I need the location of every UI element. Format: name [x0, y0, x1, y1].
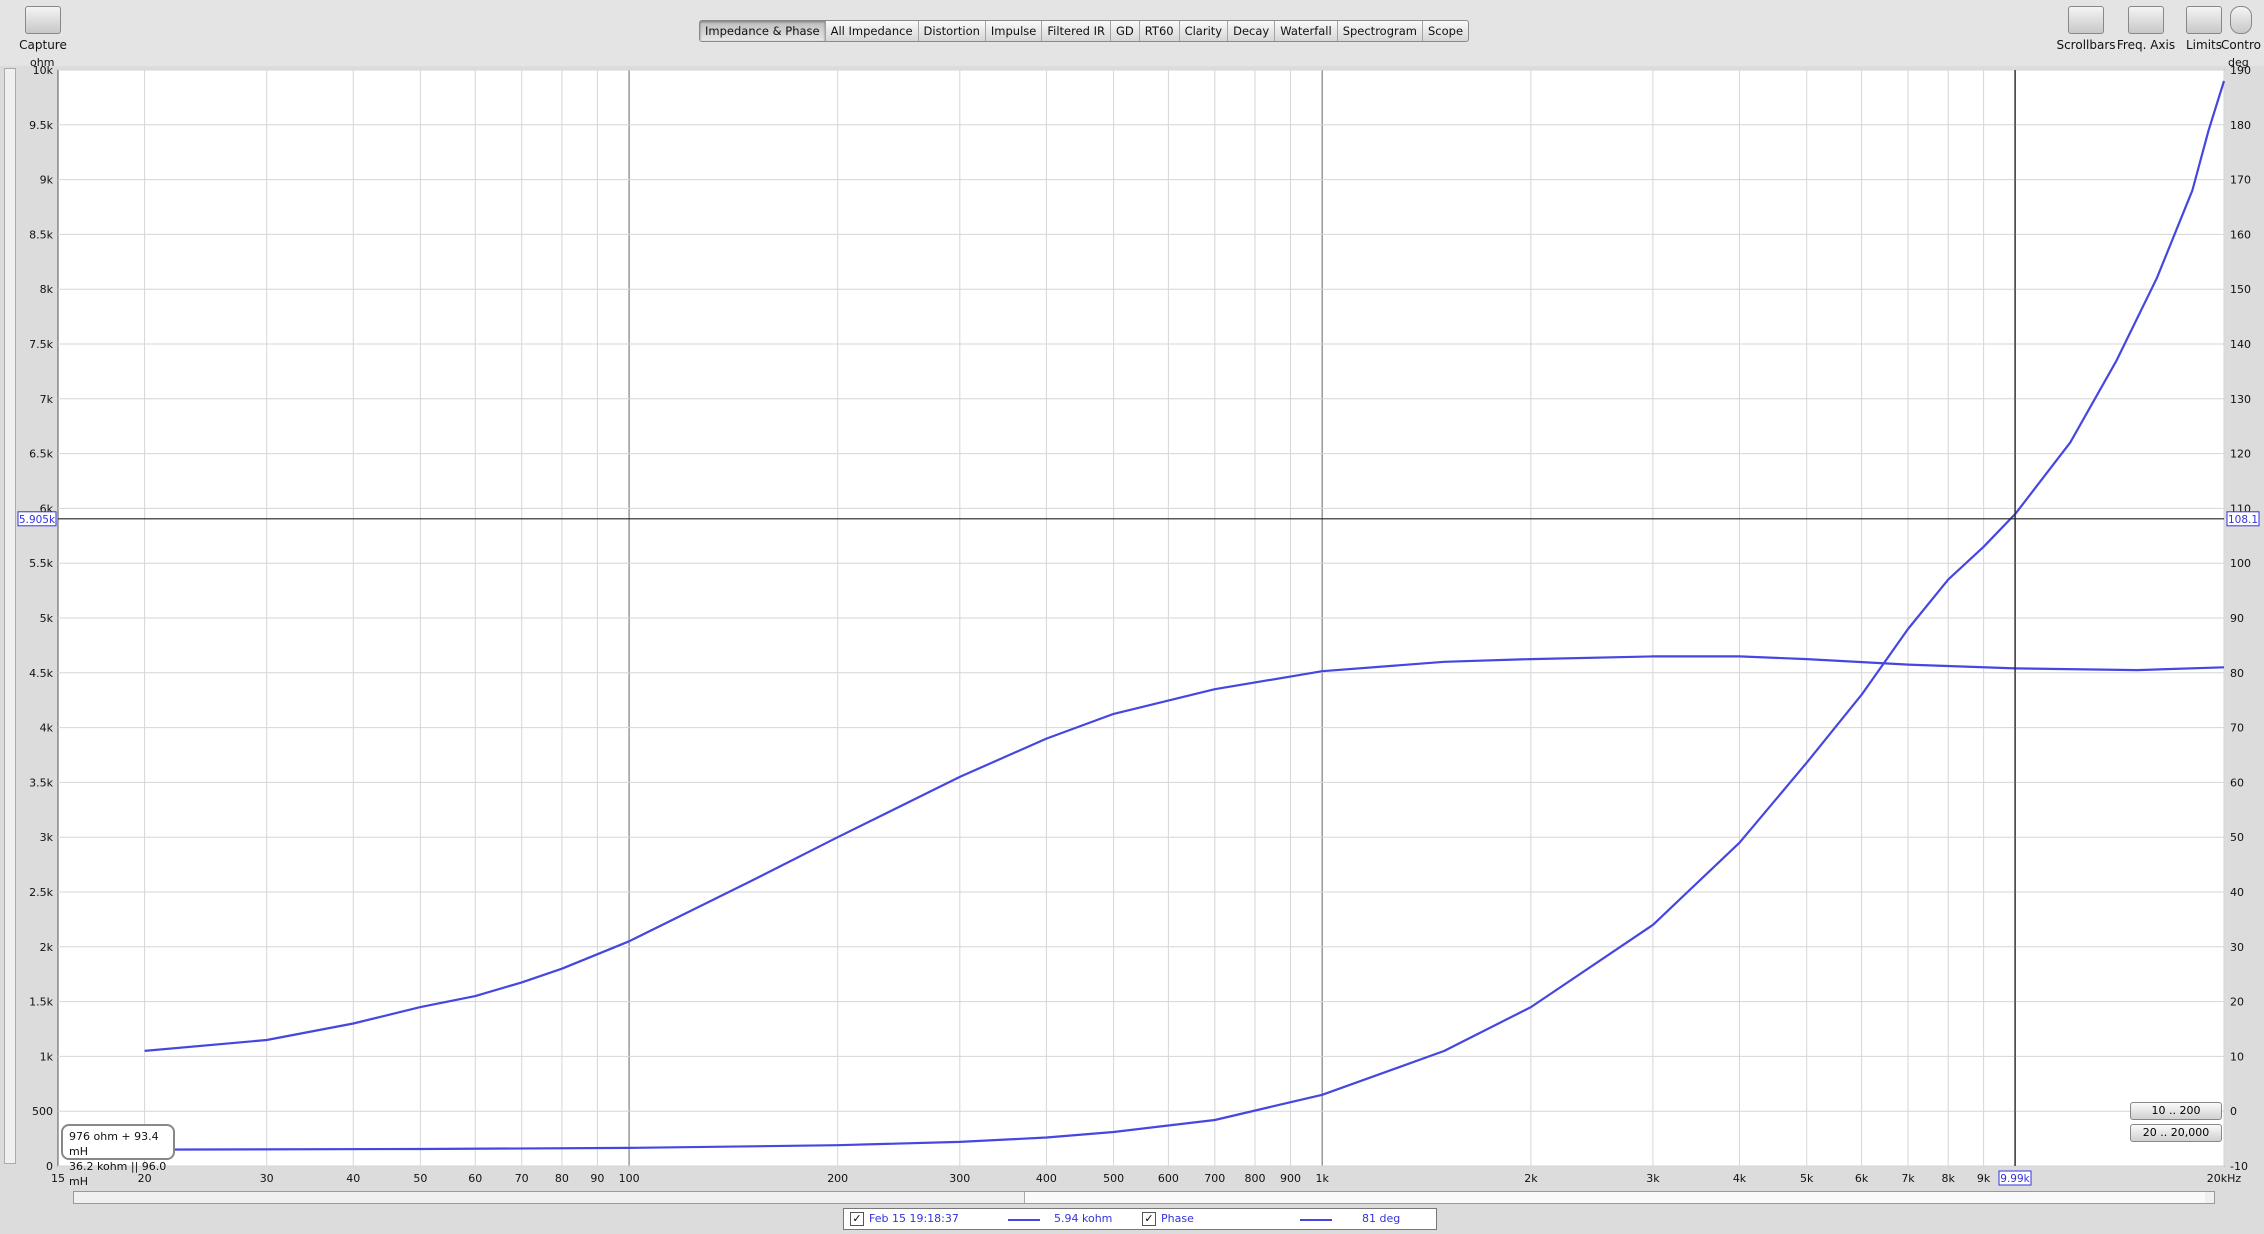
y-right-tick-label: 60 — [2230, 776, 2244, 789]
legend-measurement: Feb 15 19:18:37 — [869, 1212, 959, 1225]
y-right-unit-label: deg — [2228, 56, 2249, 69]
y-left-tick-label: 4k — [40, 722, 54, 735]
legend-phase-value: 81 deg — [1362, 1212, 1401, 1225]
y-right-tick-label: 100 — [2230, 557, 2251, 570]
x-tick-label: 900 — [1280, 1172, 1301, 1185]
x-tick-label: 500 — [1103, 1172, 1124, 1185]
y-right-tick-label: 160 — [2230, 228, 2251, 241]
y-left-unit-label: ohm — [30, 56, 54, 69]
x-tick-label: 30 — [260, 1172, 274, 1185]
y-left-tick-label: 5.5k — [29, 557, 53, 570]
x-tick-label: 4k — [1733, 1172, 1747, 1185]
phase-legend-line — [1300, 1219, 1332, 1221]
y-right-tick-label: 10 — [2230, 1050, 2244, 1063]
x-tick-label: 9k — [1977, 1172, 1991, 1185]
x-tick-label: 20kHz — [2207, 1172, 2242, 1185]
y-left-tick-label: 2.5k — [29, 886, 53, 899]
y-left-tick-label: 8k — [40, 283, 54, 296]
y-right-tick-label: -10 — [2230, 1160, 2248, 1173]
x-tick-label: 40 — [346, 1172, 360, 1185]
x-tick-label: 300 — [949, 1172, 970, 1185]
x-tick-label: 90 — [590, 1172, 604, 1185]
horizontal-scrollbar[interactable] — [73, 1191, 2215, 1204]
x-tick-label: 100 — [619, 1172, 640, 1185]
x-tick-label: 2k — [1524, 1172, 1538, 1185]
cursor-y-right-readout: 108.1 — [2228, 514, 2258, 526]
y-right-tick-label: 180 — [2230, 119, 2251, 132]
y-left-tick-label: 0 — [46, 1160, 53, 1173]
x-tick-label: 80 — [555, 1172, 569, 1185]
cursor-y-left-readout: 5.905k — [19, 514, 56, 526]
model-line-2: 36.2 kohm || 96.0 mH — [69, 1160, 167, 1188]
model-line-1: 976 ohm + 93.4 mH — [69, 1130, 159, 1158]
x-tick-label: 50 — [413, 1172, 427, 1185]
x-tick-label: 700 — [1204, 1172, 1225, 1185]
x-tick-label: 400 — [1036, 1172, 1057, 1185]
y-left-tick-label: 8.5k — [29, 228, 53, 241]
y-left-tick-label: 6.5k — [29, 448, 53, 461]
y-left-tick-label: 3.5k — [29, 776, 53, 789]
legend-impedance-value: 5.94 kohm — [1054, 1212, 1113, 1225]
y-right-tick-label: 80 — [2230, 667, 2244, 680]
y-right-tick-label: 150 — [2230, 283, 2251, 296]
y-right-tick-label: 120 — [2230, 448, 2251, 461]
y-right-tick-label: 30 — [2230, 941, 2244, 954]
x-tick-label: 8k — [1942, 1172, 1956, 1185]
y-right-tick-label: 130 — [2230, 393, 2251, 406]
y-right-tick-label: 140 — [2230, 338, 2251, 351]
y-left-tick-label: 3k — [40, 831, 54, 844]
y-right-tick-label: 0 — [2230, 1105, 2237, 1118]
y-left-tick-label: 9k — [40, 174, 54, 187]
phase-checkbox[interactable]: ✓ — [1142, 1212, 1156, 1226]
y-right-tick-label: 90 — [2230, 612, 2244, 625]
x-tick-label: 5k — [1800, 1172, 1814, 1185]
y-left-tick-label: 7.5k — [29, 338, 53, 351]
y-left-tick-label: 500 — [32, 1105, 53, 1118]
cursor-x-readout: 9.99k — [2000, 1173, 2030, 1185]
y-right-tick-label: 70 — [2230, 722, 2244, 735]
y-left-tick-label: 9.5k — [29, 119, 53, 132]
x-tick-label: 200 — [827, 1172, 848, 1185]
y-right-tick-label: 170 — [2230, 174, 2251, 187]
model-info-box: 976 ohm + 93.4 mH 36.2 kohm || 96.0 mH — [61, 1124, 175, 1188]
y-left-tick-label: 1.5k — [29, 996, 53, 1009]
x-tick-label: 3k — [1646, 1172, 1660, 1185]
x-tick-label: 7k — [1901, 1172, 1915, 1185]
x-tick-label: 1k — [1316, 1172, 1330, 1185]
measurement-checkbox[interactable]: ✓ — [850, 1212, 864, 1226]
legend-phase-label: Phase — [1161, 1212, 1194, 1225]
x-tick-label: 800 — [1245, 1172, 1266, 1185]
x-tick-label: 600 — [1158, 1172, 1179, 1185]
range-button-20-20000[interactable]: 20 .. 20,000 — [2130, 1124, 2222, 1142]
y-left-tick-label: 1k — [40, 1050, 54, 1063]
range-button-10-200[interactable]: 10 .. 200 — [2130, 1102, 2222, 1120]
y-left-tick-label: 4.5k — [29, 667, 53, 680]
x-tick-label: 70 — [515, 1172, 529, 1185]
y-right-tick-label: 20 — [2230, 996, 2244, 1009]
legend-bar: ✓ Feb 15 19:18:37 5.94 kohm ✓ Phase 81 d… — [843, 1208, 1437, 1230]
y-left-tick-label: 2k — [40, 941, 54, 954]
x-tick-label: 6k — [1855, 1172, 1869, 1185]
y-left-tick-label: 5k — [40, 612, 54, 625]
y-right-tick-label: 40 — [2230, 886, 2244, 899]
y-right-tick-label: 50 — [2230, 831, 2244, 844]
x-tick-label: 15 — [51, 1172, 65, 1185]
y-left-tick-label: 7k — [40, 393, 54, 406]
impedance-legend-line — [1008, 1219, 1040, 1221]
scrollbar-thumb[interactable] — [1024, 1192, 2205, 1203]
x-tick-label: 60 — [468, 1172, 482, 1185]
impedance-phase-chart: 15 20 30 40 50 60 70 80 90 100 200 300 400 500 600 700 8… — [17, 56, 2260, 1186]
